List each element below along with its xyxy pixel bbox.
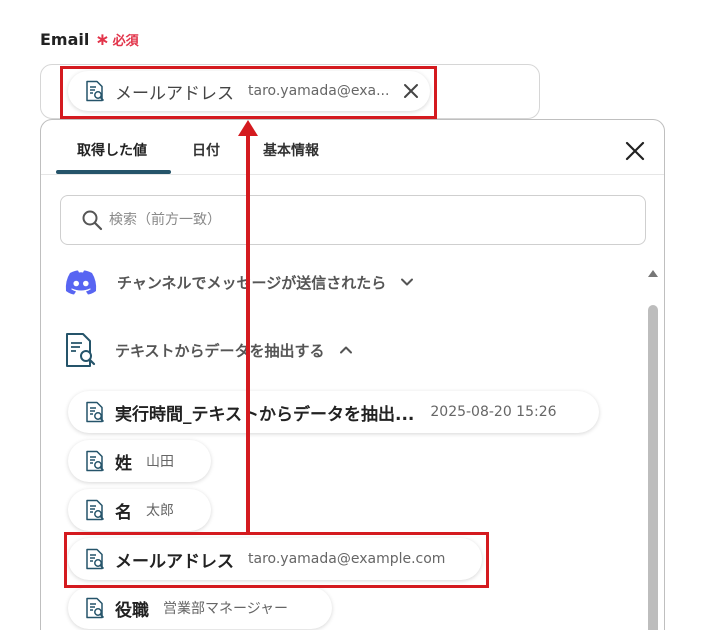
value-item-job-title[interactable]: 役職 営業部マネージャー (68, 587, 332, 629)
item-title: 姓 (115, 453, 132, 474)
value-item-first-name[interactable]: 名 太郎 (68, 489, 211, 531)
highlight-selected-chip (60, 66, 437, 119)
required-label: 必須 (112, 34, 139, 49)
value-item-execution-time[interactable]: 実行時間_テキストからデータを抽出... 2025-08-20 15:26 (68, 391, 599, 433)
item-value: 2025-08-20 15:26 (430, 404, 557, 420)
item-value: 営業部マネージャー (163, 601, 289, 617)
document-search-icon (66, 333, 96, 367)
section-text-extraction[interactable]: テキストからデータを抽出する (63, 332, 353, 368)
annotation-arrow-line (246, 134, 250, 535)
document-search-icon (86, 499, 104, 521)
item-title: 実行時間_テキストからデータを抽出... (115, 404, 415, 425)
section-discord-trigger[interactable]: チャンネルでメッセージが送信されたら (64, 269, 414, 295)
item-title: 名 (115, 502, 132, 523)
chevron-down-icon[interactable] (400, 275, 414, 289)
tab-basic-info[interactable]: 基本情報 (263, 140, 319, 160)
section-label: テキストからデータを抽出する (115, 341, 325, 360)
tab-retrieved-values[interactable]: 取得した値 (77, 140, 147, 160)
item-value: 山田 (146, 454, 174, 470)
chevron-up-icon[interactable] (339, 343, 353, 357)
scroll-up-arrow[interactable] (648, 270, 658, 277)
scrollbar-thumb[interactable] (648, 305, 658, 630)
document-search-icon (86, 450, 104, 472)
document-search-icon (86, 401, 104, 423)
value-item-last-name[interactable]: 姓 山田 (68, 440, 211, 482)
discord-icon (65, 270, 97, 295)
field-label-text: Email (40, 30, 90, 49)
search-box[interactable] (60, 195, 646, 245)
item-title: 役職 (115, 600, 149, 621)
section-label: チャンネルでメッセージが送信されたら (117, 273, 387, 292)
email-field-label: Email ∗ 必須 (40, 30, 139, 50)
search-icon (82, 210, 103, 231)
required-asterisk: ∗ (95, 30, 110, 50)
document-search-icon (86, 597, 104, 619)
close-icon[interactable] (625, 141, 645, 161)
highlight-email-item (64, 532, 489, 588)
annotation-arrow-head (238, 120, 258, 136)
tab-divider (41, 174, 664, 175)
tab-date[interactable]: 日付 (192, 140, 220, 160)
item-value: 太郎 (146, 503, 174, 519)
search-input[interactable] (109, 212, 589, 228)
